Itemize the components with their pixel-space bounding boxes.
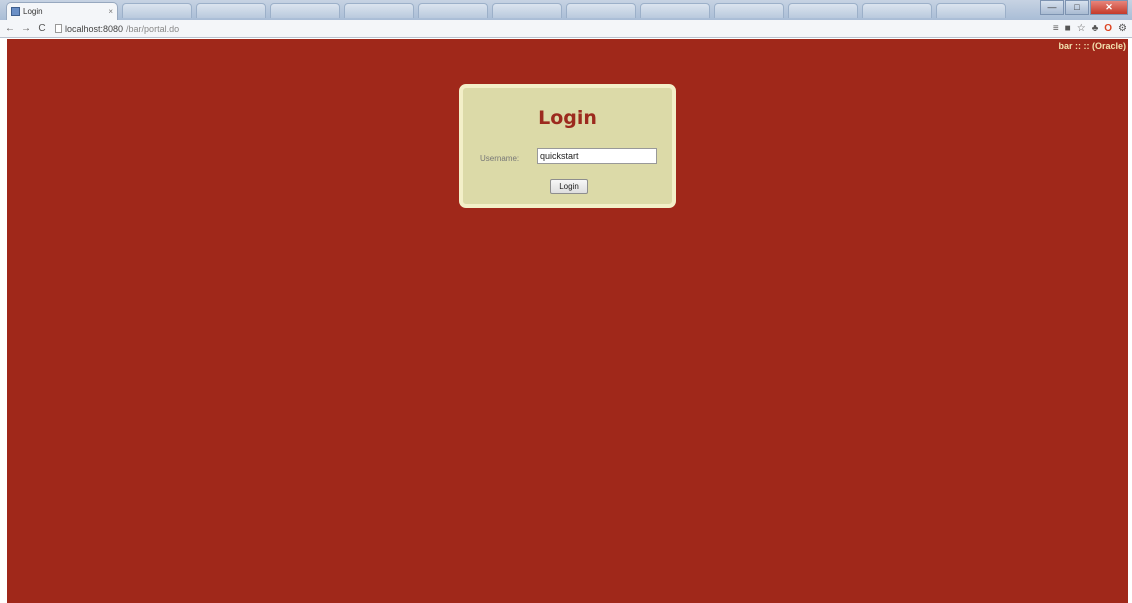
forward-arrow-icon[interactable]: → [21, 23, 31, 34]
tab-close-icon[interactable]: × [108, 7, 113, 16]
back-arrow-icon[interactable]: ← [5, 23, 15, 34]
login-button[interactable]: Login [550, 179, 588, 194]
background-tab[interactable] [270, 3, 340, 18]
star-icon[interactable]: ☆ [1077, 23, 1086, 34]
login-panel: Login Username: Login [459, 84, 676, 208]
username-label: Username: [480, 154, 520, 163]
page-title: Login [538, 107, 597, 129]
reload-icon[interactable]: C [37, 23, 47, 34]
browser-toolbar: ← → C localhost:8080/bar/portal.do ≡ ■ ☆… [0, 20, 1132, 38]
extension-icons: ≡ ■ ☆ ♣ O ⚙ [1053, 23, 1127, 34]
maximize-button[interactable]: □ [1065, 0, 1089, 15]
background-tab[interactable] [566, 3, 636, 18]
extension-icon[interactable]: ♣ [1092, 23, 1099, 34]
extension-icon[interactable]: ≡ [1053, 23, 1059, 34]
background-tab[interactable] [936, 3, 1006, 18]
favicon-icon [11, 7, 20, 16]
opera-icon[interactable]: O [1104, 23, 1112, 34]
background-tab[interactable] [418, 3, 488, 18]
tab-strip: Login × — □ ✕ [0, 0, 1132, 20]
minimize-button[interactable]: — [1040, 0, 1064, 15]
background-tab[interactable] [492, 3, 562, 18]
bookmark-manager-icon[interactable]: ■ [1065, 23, 1071, 34]
background-tab[interactable] [714, 3, 784, 18]
address-bar[interactable]: localhost:8080/bar/portal.do [53, 22, 1047, 36]
background-tab[interactable] [122, 3, 192, 18]
background-tab[interactable] [788, 3, 858, 18]
close-window-button[interactable]: ✕ [1090, 0, 1128, 15]
background-tab[interactable] [196, 3, 266, 18]
tab-login[interactable]: Login × [6, 2, 118, 20]
wrench-icon[interactable]: ⚙ [1118, 23, 1127, 34]
page-icon [55, 24, 62, 33]
background-tab[interactable] [344, 3, 414, 18]
background-tab[interactable] [862, 3, 932, 18]
url-path: /bar/portal.do [126, 23, 180, 34]
page-content: bar :: :: (Oracle) Login Username: Login [7, 39, 1128, 603]
url-host: localhost:8080 [65, 23, 124, 34]
user-info: bar :: :: (Oracle) [1058, 41, 1126, 51]
background-tab[interactable] [640, 3, 710, 18]
username-input[interactable] [537, 148, 657, 164]
window-controls: — □ ✕ [1040, 0, 1128, 15]
tab-title: Login [23, 7, 43, 16]
